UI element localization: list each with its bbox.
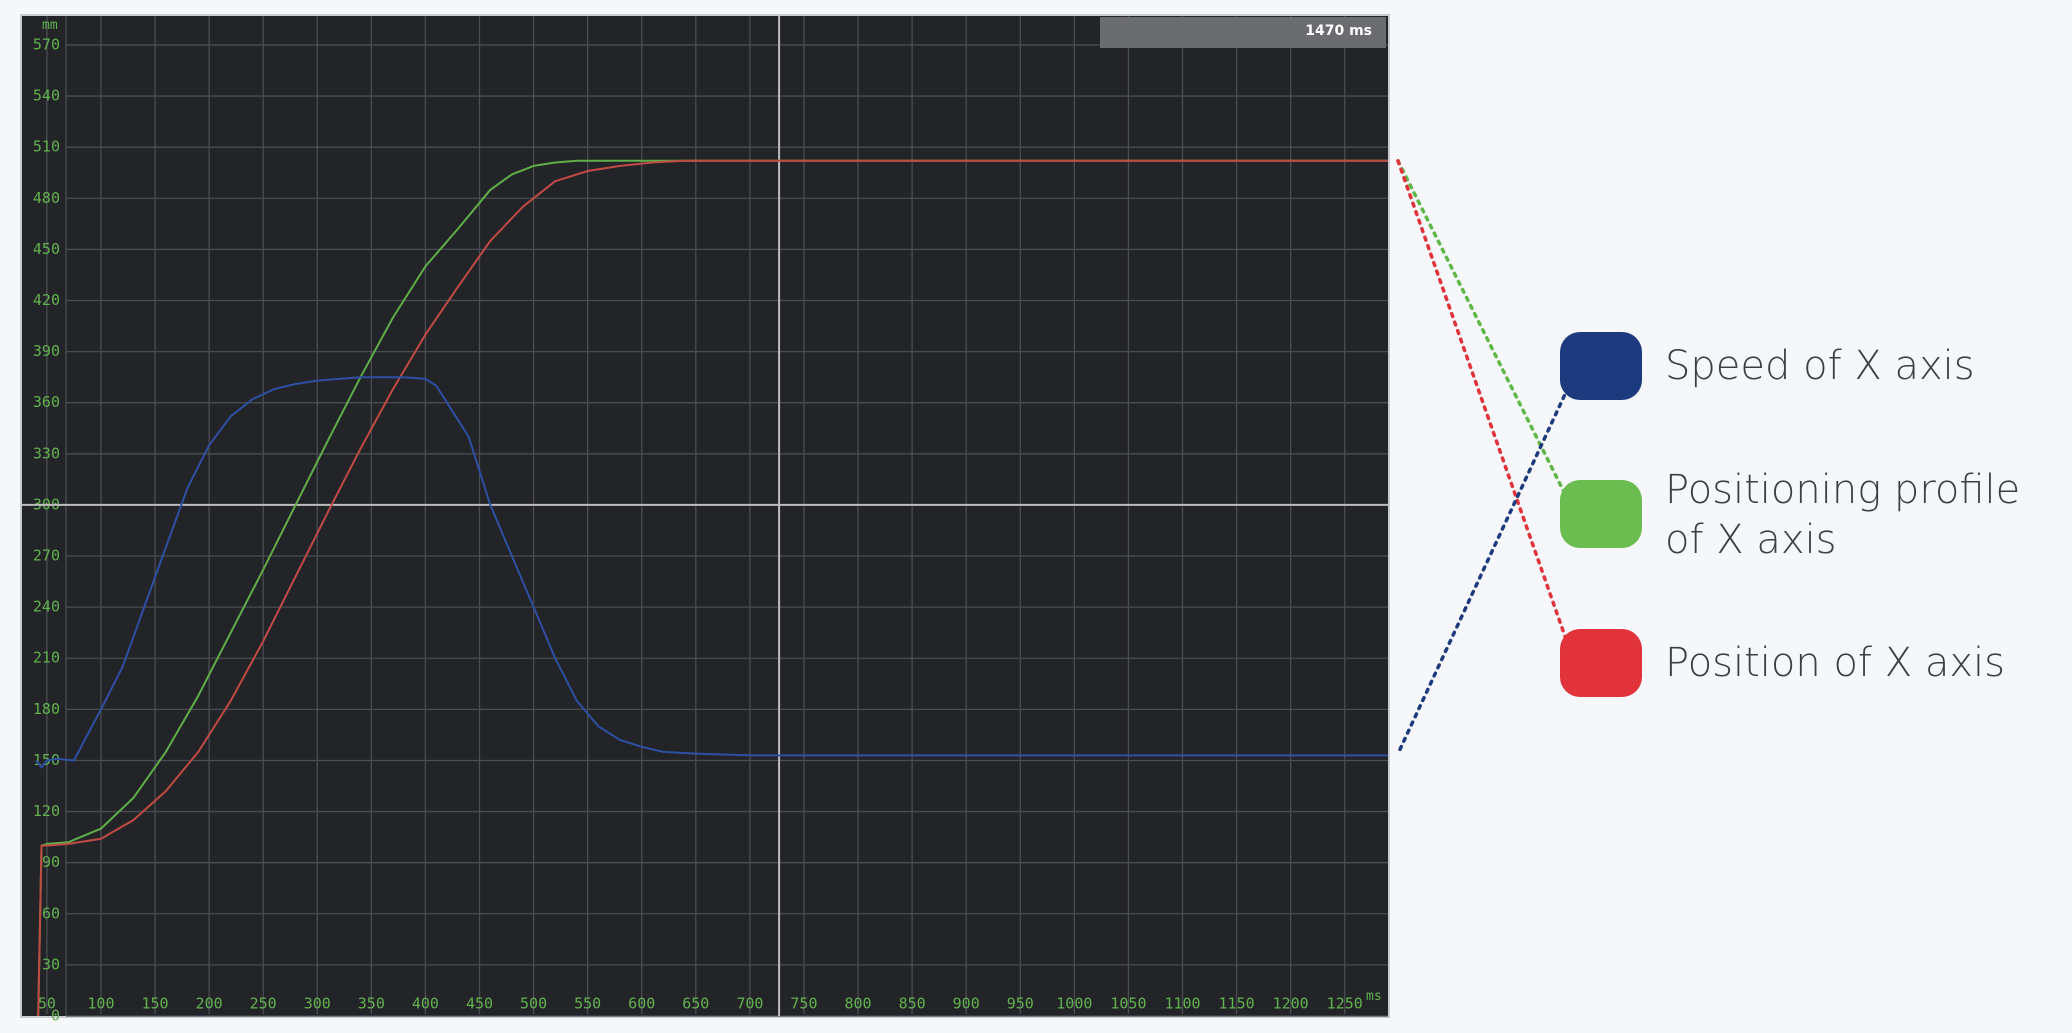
x-tick-label-750: 750	[790, 995, 817, 1013]
x-tick-label-900: 900	[953, 995, 980, 1013]
x-tick-label-450: 450	[466, 995, 493, 1013]
y-tick-label-210: 210	[33, 649, 60, 667]
x-tick-label-1150: 1150	[1219, 995, 1255, 1013]
x-tick-label-800: 800	[844, 995, 871, 1013]
x-tick-label-350: 350	[358, 995, 385, 1013]
x-tick-label-400: 400	[412, 995, 439, 1013]
legend-label-speed: Speed of X axis	[1665, 343, 1975, 389]
x-tick-label-1050: 1050	[1110, 995, 1146, 1013]
time-readout: 1470 ms	[1305, 23, 1372, 39]
y-tick-label-270: 270	[33, 547, 60, 565]
x-tick-label-150: 150	[141, 995, 168, 1013]
y-tick-label-360: 360	[33, 393, 60, 411]
y-tick-label-90: 90	[42, 853, 60, 871]
legend-swatch-speed	[1560, 332, 1642, 400]
y-tick-label-420: 420	[33, 291, 60, 309]
x-tick-label-500: 500	[520, 995, 547, 1013]
y-tick-label-60: 60	[42, 904, 60, 922]
y-tick-label-480: 480	[33, 189, 60, 207]
x-tick-label-250: 250	[250, 995, 277, 1013]
x-tick-label-950: 950	[1007, 995, 1034, 1013]
connector-profile	[1396, 159, 1567, 496]
y-tick-label-390: 390	[33, 342, 60, 360]
x-tick-label-50: 50	[38, 995, 56, 1013]
chart-figure: 0306090120150180210240270300330360390420…	[20, 14, 2020, 1025]
y-tick-label-120: 120	[33, 802, 60, 820]
y-tick-label-30: 30	[42, 955, 60, 973]
x-tick-label-600: 600	[628, 995, 655, 1013]
x-tick-label-700: 700	[736, 995, 763, 1013]
x-tick-label-1100: 1100	[1164, 995, 1200, 1013]
y-tick-label-570: 570	[33, 35, 60, 53]
y-tick-label-510: 510	[33, 138, 60, 156]
x-tick-label-300: 300	[304, 995, 331, 1013]
x-tick-label-1250: 1250	[1327, 995, 1363, 1013]
legend: Speed of X axis Positioning profileof X a…	[1560, 332, 2020, 697]
y-tick-label-540: 540	[33, 87, 60, 105]
legend-label-profile: Positioning profile	[1665, 467, 2020, 513]
x-tick-label-200: 200	[196, 995, 223, 1013]
y-tick-label-180: 180	[33, 700, 60, 718]
y-tick-label-240: 240	[33, 598, 60, 616]
x-tick-label-1200: 1200	[1273, 995, 1309, 1013]
x-tick-label-100: 100	[87, 995, 114, 1013]
legend-label-position: Position of X axis	[1665, 640, 2005, 686]
legend-swatch-profile	[1560, 480, 1642, 548]
x-unit-label: ms	[1366, 989, 1382, 1004]
legend-label-profile-line2: of X axis	[1665, 517, 1837, 563]
legend-connectors	[1396, 159, 1569, 752]
x-tick-label-650: 650	[682, 995, 709, 1013]
y-tick-label-450: 450	[33, 240, 60, 258]
legend-swatch-position	[1560, 629, 1642, 697]
y-unit-label: mm	[42, 18, 58, 33]
x-tick-label-1000: 1000	[1056, 995, 1092, 1013]
x-tick-label-550: 550	[574, 995, 601, 1013]
y-tick-label-330: 330	[33, 444, 60, 462]
x-tick-label-850: 850	[899, 995, 926, 1013]
